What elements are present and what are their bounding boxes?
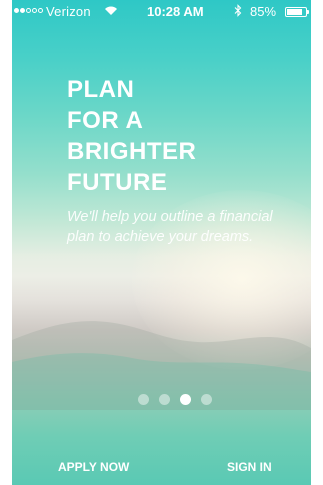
wifi-icon (105, 6, 117, 15)
headline-line: PLAN (67, 76, 135, 103)
sign-in-button[interactable]: SIGN IN (227, 460, 272, 474)
status-time: 10:28 AM (147, 4, 204, 19)
page-dot[interactable] (138, 394, 149, 405)
battery-tip (307, 10, 309, 14)
onboarding-screen: Verizon 10:28 AM 85% PLAN FOR A BRIGHTER… (12, 0, 311, 485)
battery-percent: 85% (250, 4, 277, 19)
headline-line: BRIGHTER (67, 138, 197, 165)
battery-icon (285, 7, 307, 17)
status-bar: Verizon 10:28 AM 85% (12, 0, 311, 22)
headline-line: FUTURE (67, 169, 168, 196)
battery-level-fill (287, 9, 303, 15)
apply-now-button[interactable]: APPLY NOW (58, 460, 129, 474)
subtitle: We'll help you outline a financial plan … (67, 209, 273, 245)
headline-line: FOR A (67, 107, 144, 134)
signal-strength-icon (14, 8, 43, 13)
page-dot[interactable] (159, 394, 170, 405)
page-dot[interactable] (201, 394, 212, 405)
headline: PLAN FOR A BRIGHTER FUTURE (67, 74, 267, 198)
carrier-name: Verizon (46, 4, 91, 19)
bluetooth-icon (234, 4, 242, 17)
page-dot-active[interactable] (180, 394, 191, 405)
page-indicator[interactable] (138, 394, 212, 405)
